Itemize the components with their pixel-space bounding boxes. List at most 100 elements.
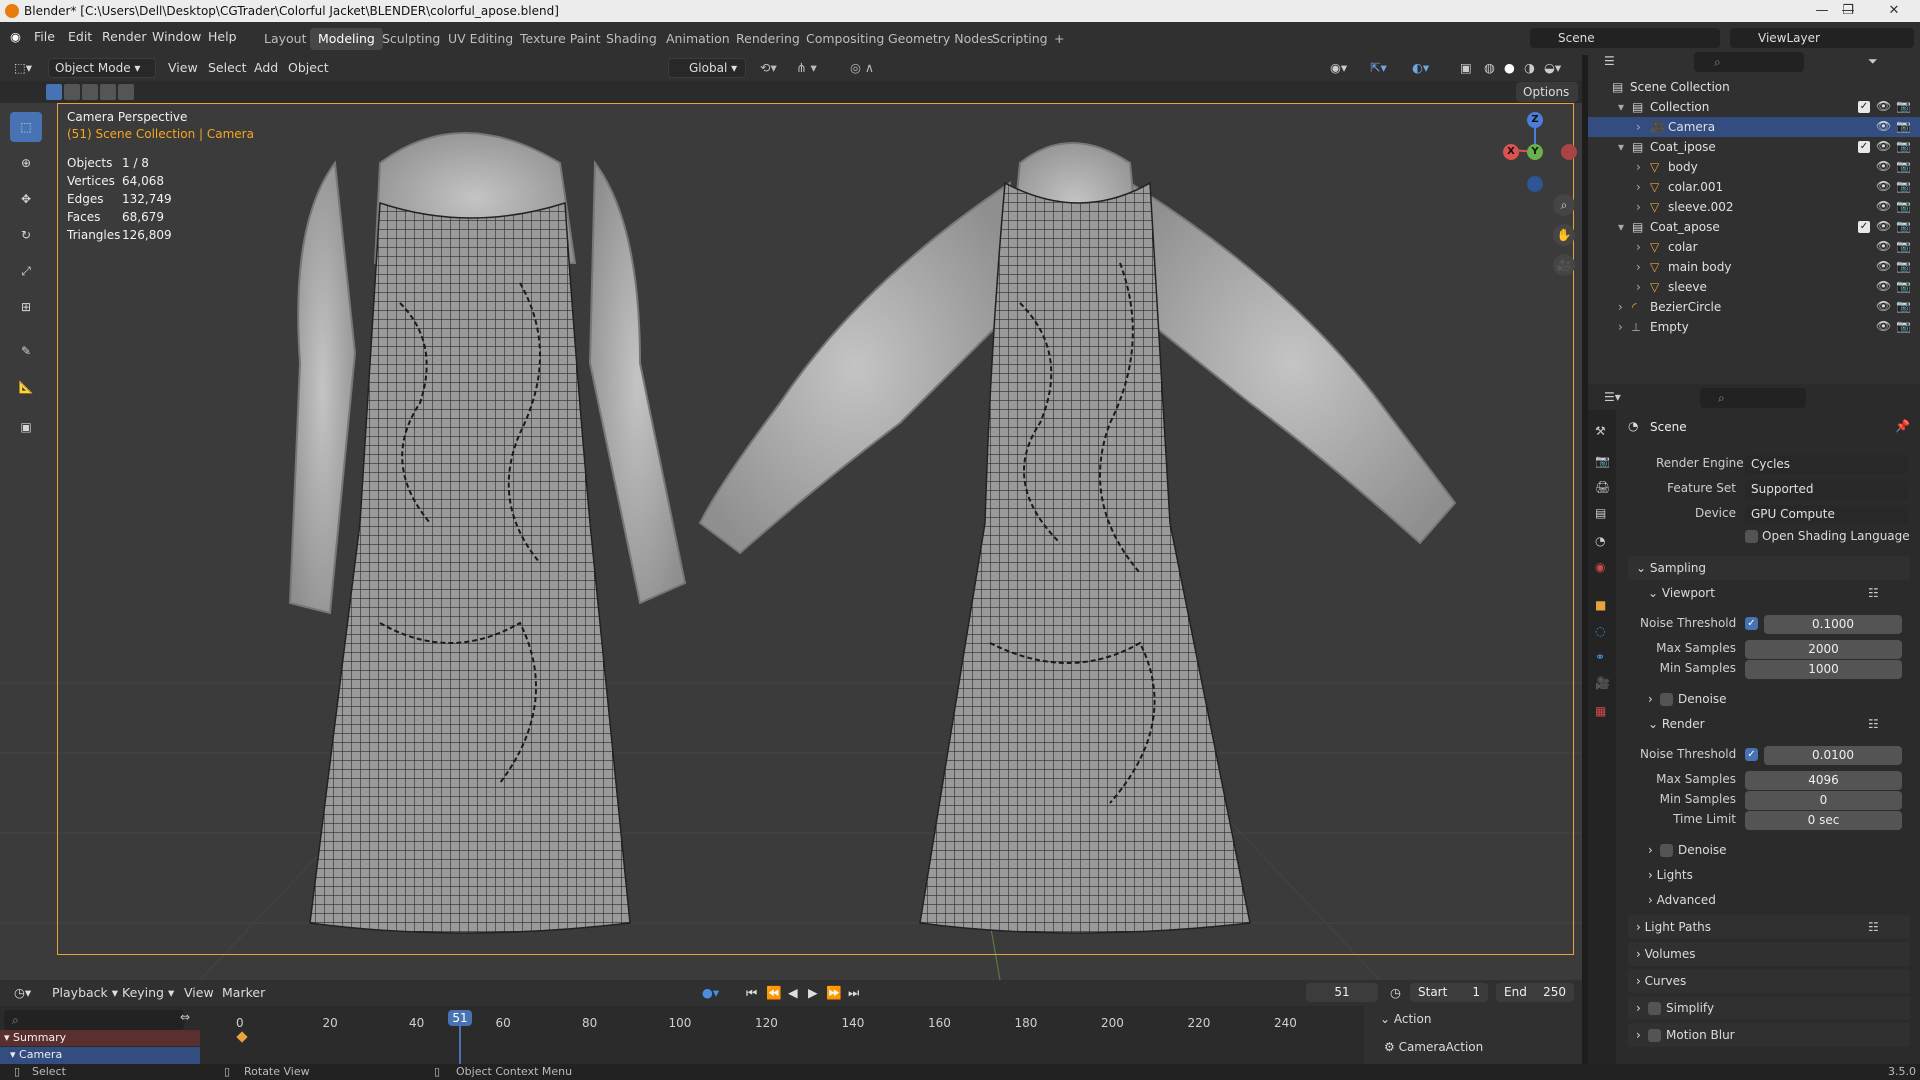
tool-tab-icon[interactable]: ⚒ bbox=[1595, 424, 1606, 438]
shading-wireframe-icon[interactable]: ◍ bbox=[1484, 58, 1495, 78]
render-max-samples-field[interactable]: 4096 bbox=[1745, 771, 1902, 790]
play-icon[interactable]: ▶ bbox=[808, 983, 818, 1003]
jump-end-icon[interactable]: ⏭ bbox=[848, 983, 859, 1003]
expand-arrow-icon[interactable]: › bbox=[1636, 180, 1641, 194]
render-camera-icon[interactable]: 📷 bbox=[1896, 199, 1911, 213]
measure-tool-icon[interactable]: 📐 bbox=[10, 372, 42, 402]
rotate-tool-icon[interactable]: ↻ bbox=[10, 220, 42, 250]
visibility-eye-icon[interactable]: 👁 bbox=[1876, 319, 1891, 333]
outliner-editor-type-icon[interactable]: ☰ bbox=[1604, 54, 1615, 68]
render-presets-icon[interactable]: ☷ bbox=[1868, 717, 1879, 731]
swap-icon[interactable]: ⇔ bbox=[180, 1010, 190, 1024]
render-denoise-checkbox[interactable] bbox=[1660, 844, 1673, 857]
marker-menu[interactable]: Marker bbox=[222, 983, 265, 1003]
pan-hand-icon[interactable]: ✋ bbox=[1553, 224, 1575, 246]
advanced-subpanel[interactable]: › Advanced bbox=[1648, 893, 1716, 907]
current-frame-field[interactable]: 51 bbox=[1306, 983, 1378, 1002]
xray-icon[interactable]: ▣ bbox=[1460, 58, 1472, 78]
maximize-icon[interactable]: ❐ bbox=[1826, 1, 1870, 21]
navigation-gizmo[interactable]: Z Y X bbox=[1500, 110, 1580, 195]
render-subpanel-header[interactable]: ⌄ Render bbox=[1648, 717, 1705, 731]
playhead-frame[interactable]: 51 bbox=[448, 1010, 472, 1026]
action-header[interactable]: ⌄ Action bbox=[1380, 1012, 1431, 1026]
menu-select[interactable]: Select bbox=[208, 58, 247, 78]
tab-compositing[interactable]: Compositing bbox=[798, 28, 892, 50]
menu-window[interactable]: Window bbox=[152, 29, 201, 44]
keying-menu[interactable]: Keying ▾ bbox=[122, 983, 174, 1003]
expand-arrow-icon[interactable]: ▾ bbox=[1618, 220, 1624, 234]
outliner-row[interactable]: › ⟂ Empty 👁 📷 bbox=[1588, 317, 1920, 337]
shading-material-icon[interactable]: ◑ bbox=[1524, 58, 1535, 78]
gizmo-z-axis[interactable]: Z bbox=[1527, 112, 1543, 128]
texture-tab-icon[interactable]: ▦ bbox=[1595, 704, 1606, 718]
select-subtract-icon[interactable] bbox=[82, 84, 98, 100]
select-invert-icon[interactable] bbox=[100, 84, 116, 100]
outliner-row[interactable]: › ▽ body 👁 📷 bbox=[1588, 157, 1920, 177]
preview-range-icon[interactable]: ◷ bbox=[1390, 983, 1401, 1003]
start-frame-field[interactable]: Start 1 bbox=[1410, 983, 1488, 1002]
render-denoise-panel[interactable]: › bbox=[1648, 843, 1653, 857]
visibility-eye-icon[interactable]: 👁 bbox=[1876, 119, 1891, 133]
visibility-eye-icon[interactable]: 👁 bbox=[1876, 179, 1891, 193]
tab-modeling[interactable]: Modeling bbox=[310, 28, 383, 50]
timeline-search-input[interactable]: ⌕ bbox=[4, 1010, 184, 1030]
visibility-eye-icon[interactable]: 👁 bbox=[1876, 259, 1891, 273]
scale-tool-icon[interactable]: ⤢ bbox=[10, 256, 42, 286]
menu-help[interactable]: Help bbox=[208, 29, 237, 44]
auto-key-icon[interactable]: ●▾ bbox=[702, 983, 719, 1003]
timeline-editor-icon[interactable]: ◷▾ bbox=[14, 983, 31, 1003]
render-tab-icon[interactable]: 📷 bbox=[1595, 454, 1610, 468]
properties-editor-type-icon[interactable]: ☰▾ bbox=[1604, 390, 1621, 404]
tab-rendering[interactable]: Rendering bbox=[728, 28, 808, 50]
viewport-subpanel-header[interactable]: ⌄ Viewport bbox=[1648, 586, 1715, 600]
annotate-tool-icon[interactable]: ✎ bbox=[10, 336, 42, 366]
properties-search-input[interactable]: ⌕ bbox=[1700, 388, 1806, 408]
next-key-icon[interactable]: ⏩ bbox=[826, 983, 842, 1003]
viewport-noise-field[interactable]: 0.1000 bbox=[1764, 615, 1902, 634]
pivot-icon[interactable]: ⟲▾ bbox=[760, 58, 777, 78]
proportional-edit-icon[interactable]: ◎ ∧ bbox=[850, 58, 874, 78]
lights-subpanel[interactable]: › Lights bbox=[1648, 868, 1693, 882]
device-dropdown[interactable]: GPU Compute bbox=[1745, 505, 1908, 524]
viewport-noise-checkbox[interactable]: ✓ bbox=[1745, 617, 1758, 630]
close-icon[interactable]: ✕ bbox=[1872, 1, 1916, 21]
outliner-row[interactable]: › ▽ sleeve 👁 📷 bbox=[1588, 277, 1920, 297]
data-tab-icon[interactable]: 🎥 bbox=[1595, 676, 1610, 690]
overlay-toggle-icon[interactable]: ◐▾ bbox=[1412, 58, 1429, 78]
outliner-row[interactable]: › 🎥 Camera 👁 📷 bbox=[1588, 117, 1920, 137]
render-camera-icon[interactable]: 📷 bbox=[1896, 159, 1911, 173]
world-tab-icon[interactable]: ◉ bbox=[1595, 560, 1605, 574]
presets-icon[interactable]: ☷ bbox=[1868, 586, 1879, 600]
menu-view[interactable]: View bbox=[168, 58, 198, 78]
viewport-denoise-panel[interactable]: › bbox=[1648, 692, 1653, 706]
jump-start-icon[interactable]: ⏮ bbox=[746, 983, 757, 1003]
menu-add[interactable]: Add bbox=[254, 58, 278, 78]
shading-solid-icon[interactable]: ● bbox=[1504, 58, 1515, 78]
menu-edit[interactable]: Edit bbox=[68, 29, 92, 44]
visibility-eye-icon[interactable]: 👁 bbox=[1876, 219, 1891, 233]
scene-tab-icon[interactable]: ◔ bbox=[1595, 534, 1605, 548]
render-engine-dropdown[interactable]: Cycles bbox=[1745, 455, 1908, 474]
tab-shading[interactable]: Shading bbox=[598, 28, 665, 50]
timeline-view-menu[interactable]: View bbox=[184, 983, 214, 1003]
visibility-icon[interactable]: ◉▾ bbox=[1330, 58, 1347, 78]
tab-uv-editing[interactable]: UV Editing bbox=[440, 28, 521, 50]
gizmo-neg-x-axis[interactable] bbox=[1561, 144, 1577, 160]
tab-texture-paint[interactable]: Texture Paint bbox=[512, 28, 609, 50]
mode-selector[interactable]: Object Mode ▾ bbox=[48, 58, 156, 78]
render-camera-icon[interactable]: 📷 bbox=[1896, 239, 1911, 253]
render-camera-icon[interactable]: 📷 bbox=[1896, 219, 1911, 233]
outliner-row[interactable]: › ▽ sleeve.002 👁 📷 bbox=[1588, 197, 1920, 217]
feature-set-dropdown[interactable]: Supported bbox=[1745, 480, 1908, 499]
gizmo-y-axis[interactable]: Y bbox=[1527, 144, 1543, 160]
transform-tool-icon[interactable]: ⊞ bbox=[10, 292, 42, 322]
view-layer-tab-icon[interactable]: ▤ bbox=[1595, 506, 1606, 520]
viewlayer-selector[interactable]: ViewLayer bbox=[1730, 28, 1914, 48]
outliner-row[interactable]: ▾ ▤ Collection ✓ 👁 📷 bbox=[1588, 97, 1920, 117]
visibility-eye-icon[interactable]: 👁 bbox=[1876, 239, 1891, 253]
expand-arrow-icon[interactable]: › bbox=[1636, 280, 1641, 294]
simplify-checkbox[interactable] bbox=[1648, 1002, 1661, 1015]
menu-object[interactable]: Object bbox=[288, 58, 329, 78]
viewport-min-samples-field[interactable]: 1000 bbox=[1745, 660, 1902, 679]
render-min-samples-field[interactable]: 0 bbox=[1745, 791, 1902, 810]
